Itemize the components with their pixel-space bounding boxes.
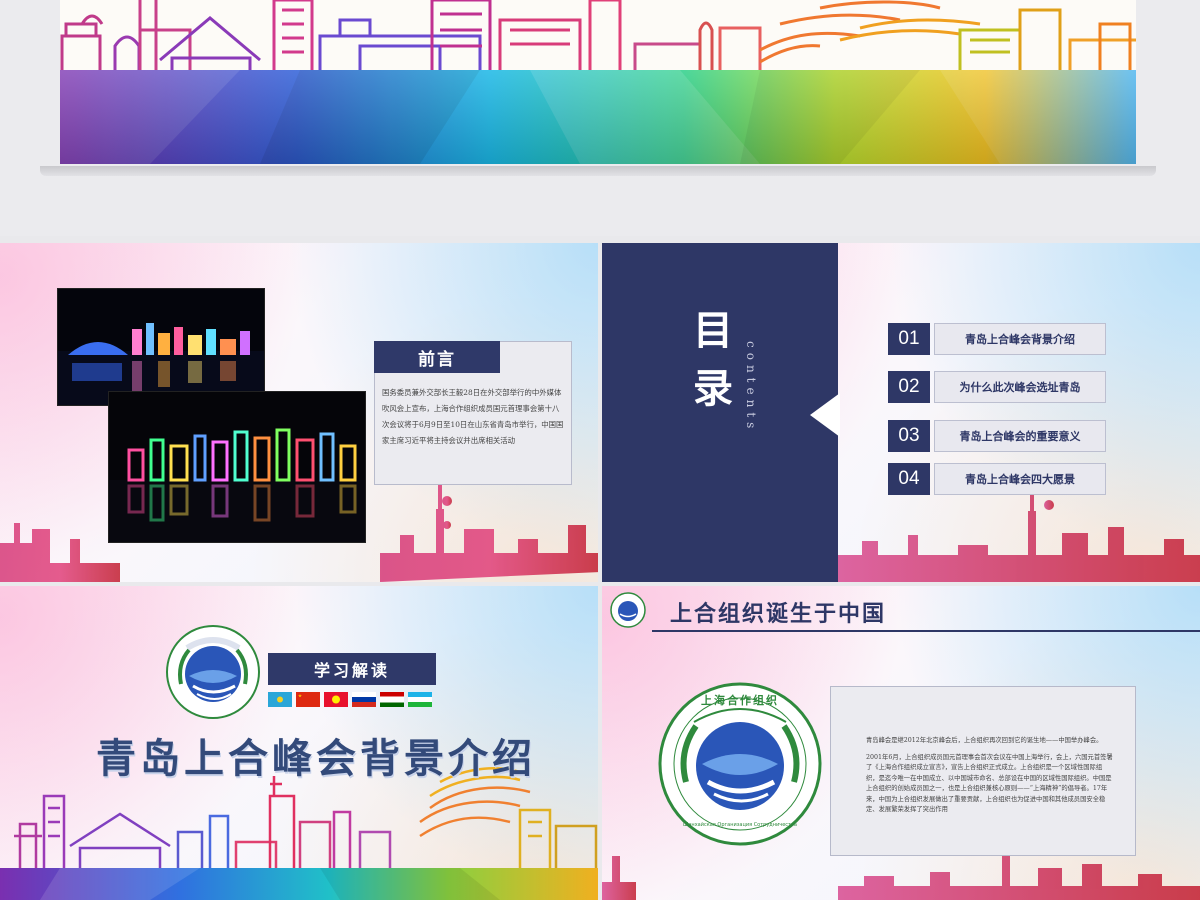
slide-gallery: 前言 国务委员兼外交部长王毅28日在外交部举行的中外媒体吹风会上宣布，上海合作组… [0, 0, 1200, 900]
slide-intro[interactable]: 前言 国务委员兼外交部长王毅28日在外交部举行的中外媒体吹风会上宣布，上海合作组… [0, 243, 598, 582]
toc-item-number: 04 [888, 463, 930, 495]
header-underline [652, 630, 1200, 632]
member-flags-row [268, 692, 432, 707]
toc-item-label: 为什么此次峰会选址青岛 [934, 371, 1106, 403]
paragraph-1: 青岛峰会是继2012年北京峰会后，上合组织再次回到它的诞生地——中国举办峰会。 [866, 737, 1103, 744]
sco-logo-small [610, 592, 646, 628]
toc-item-label: 青岛上合峰会四大愿景 [934, 463, 1106, 495]
slide-shadow [40, 166, 1156, 176]
section-tag: 学习解读 [268, 653, 436, 685]
logo-text-bottom: Шанхайская Организация Сотрудничества [683, 822, 797, 828]
body-text: 青岛峰会是继2012年北京峰会后，上合组织再次回到它的诞生地——中国举办峰会。 … [866, 736, 1114, 822]
slide-table-of-contents[interactable]: 目录 contents 01 青岛上合峰会背景介绍 02 为什么此次峰会选址青岛… [602, 243, 1200, 582]
toc-subtitle: contents [744, 341, 758, 434]
city-skyline-banner [60, 0, 1136, 164]
kazakhstan-flag [268, 692, 292, 707]
toc-item-number: 01 [888, 323, 930, 355]
logo-text-top: 上海合作组织 [701, 694, 779, 707]
slide-title: 上合组织诞生于中国 [670, 601, 887, 627]
paragraph-2: 2001年6月，上合组织成员国元首理事会首次会议在中国上海举行，会上，六国元首签… [866, 753, 1113, 814]
toc-item-label: 青岛上合峰会的重要意义 [934, 420, 1106, 452]
top-preview-area [0, 0, 1200, 236]
sco-emblem: 上海合作组织 Шанхайская Организация Сотрудниче… [658, 682, 822, 846]
kyrgyzstan-flag [324, 692, 348, 707]
toc-item-label: 青岛上合峰会背景介绍 [934, 323, 1106, 355]
slide-header: 上合组织诞生于中国 [602, 586, 1200, 632]
night-city-photo-2 [108, 391, 366, 543]
china-flag [296, 692, 320, 707]
toc-title: 目录 [686, 309, 733, 425]
russia-flag [352, 692, 376, 707]
toc-item-02[interactable]: 02 为什么此次峰会选址青岛 [888, 371, 1106, 403]
slide-section-title[interactable]: 学习解读 青岛上合峰会背景介绍 [0, 586, 598, 900]
toc-item-01[interactable]: 01 青岛上合峰会背景介绍 [888, 323, 1106, 355]
toc-item-03[interactable]: 03 青岛上合峰会的重要意义 [888, 420, 1106, 452]
sco-logo [165, 624, 261, 720]
tajikistan-flag [380, 692, 404, 707]
title-slide-preview[interactable] [60, 0, 1136, 164]
toc-item-number: 02 [888, 371, 930, 403]
section-title: 青岛上合峰会背景介绍 [96, 735, 536, 782]
toc-item-04[interactable]: 04 青岛上合峰会四大愿景 [888, 463, 1106, 495]
toc-item-number: 03 [888, 420, 930, 452]
intro-title: 前言 [374, 341, 500, 373]
slide-sco-birth[interactable]: 上合组织诞生于中国 上海合作组织 Шанхайская Организация … [602, 586, 1200, 900]
toc-arrow-notch [810, 393, 840, 437]
intro-body-text: 国务委员兼外交部长王毅28日在外交部举行的中外媒体吹风会上宣布，上海合作组织成员… [382, 388, 564, 445]
uzbekistan-flag [408, 692, 432, 707]
night-city-photo-1 [57, 288, 265, 406]
